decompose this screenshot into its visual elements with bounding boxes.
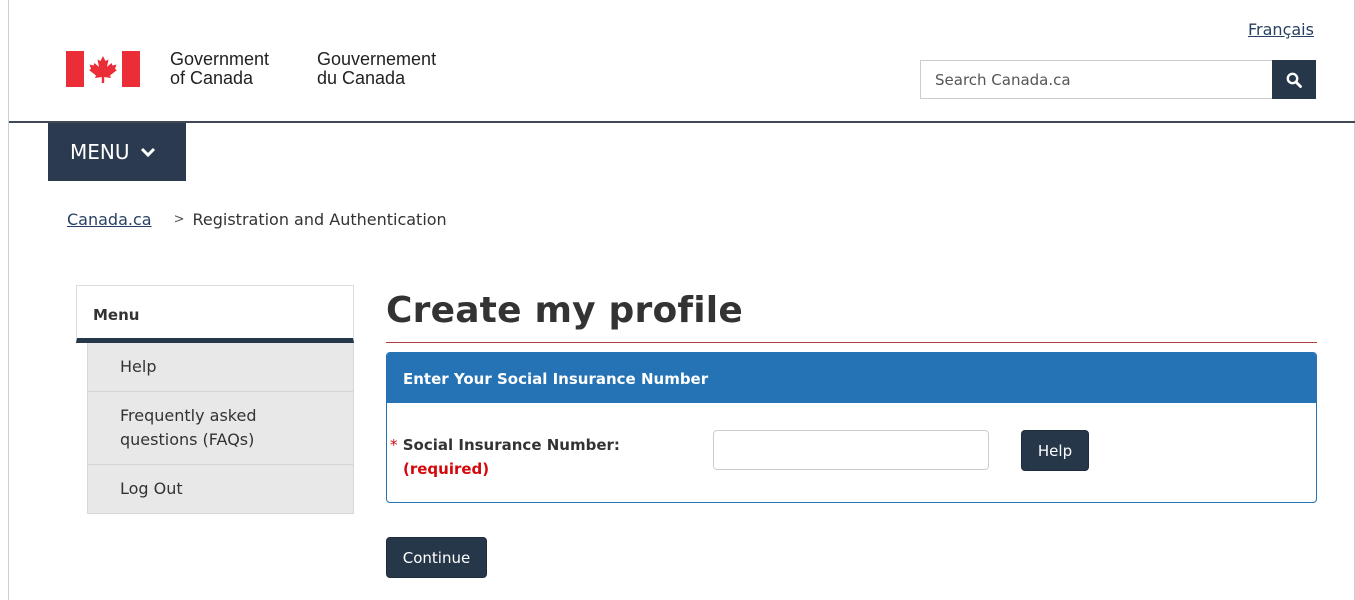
sin-label-text: Social Insurance Number: bbox=[402, 436, 620, 454]
continue-button[interactable]: Continue bbox=[386, 537, 487, 578]
required-text: (required) bbox=[403, 460, 490, 478]
title-underline bbox=[386, 342, 1317, 343]
panel-title: Enter Your Social Insurance Number bbox=[387, 353, 1316, 403]
side-menu: Menu Help Frequently asked questions (FA… bbox=[76, 285, 354, 514]
side-menu-item-help[interactable]: Help bbox=[88, 343, 353, 392]
help-button[interactable]: Help bbox=[1021, 430, 1089, 471]
sin-panel: Enter Your Social Insurance Number * Soc… bbox=[386, 352, 1317, 503]
chevron-down-icon bbox=[140, 147, 155, 157]
header-divider bbox=[9, 121, 1355, 123]
breadcrumb-separator: > bbox=[173, 212, 185, 227]
search-icon bbox=[1286, 72, 1302, 88]
government-signature-en: Government of Canada bbox=[170, 49, 270, 88]
search-input[interactable] bbox=[920, 60, 1272, 99]
government-signature-fr: Gouvernement du Canada bbox=[317, 49, 437, 88]
sin-input[interactable] bbox=[713, 430, 989, 470]
side-menu-title: Menu bbox=[76, 285, 354, 343]
breadcrumb-home-link[interactable]: Canada.ca bbox=[67, 210, 152, 229]
main-menu-button[interactable]: MENU bbox=[48, 123, 186, 181]
sin-field-label: * Social Insurance Number: (required) bbox=[390, 433, 620, 481]
breadcrumb-current: Registration and Authentication bbox=[192, 210, 447, 229]
search-button[interactable] bbox=[1272, 60, 1316, 99]
page-title: Create my profile bbox=[386, 290, 743, 331]
required-marker: * bbox=[390, 436, 398, 454]
canada-flag-icon bbox=[66, 51, 140, 87]
language-toggle-link[interactable]: Français bbox=[1248, 20, 1314, 39]
side-menu-list: Help Frequently asked questions (FAQs) L… bbox=[87, 343, 354, 514]
site-search bbox=[920, 60, 1316, 99]
side-menu-item-log-out[interactable]: Log Out bbox=[88, 465, 353, 513]
breadcrumb: Canada.ca > Registration and Authenticat… bbox=[67, 210, 447, 229]
side-menu-item-faqs[interactable]: Frequently asked questions (FAQs) bbox=[88, 392, 353, 465]
